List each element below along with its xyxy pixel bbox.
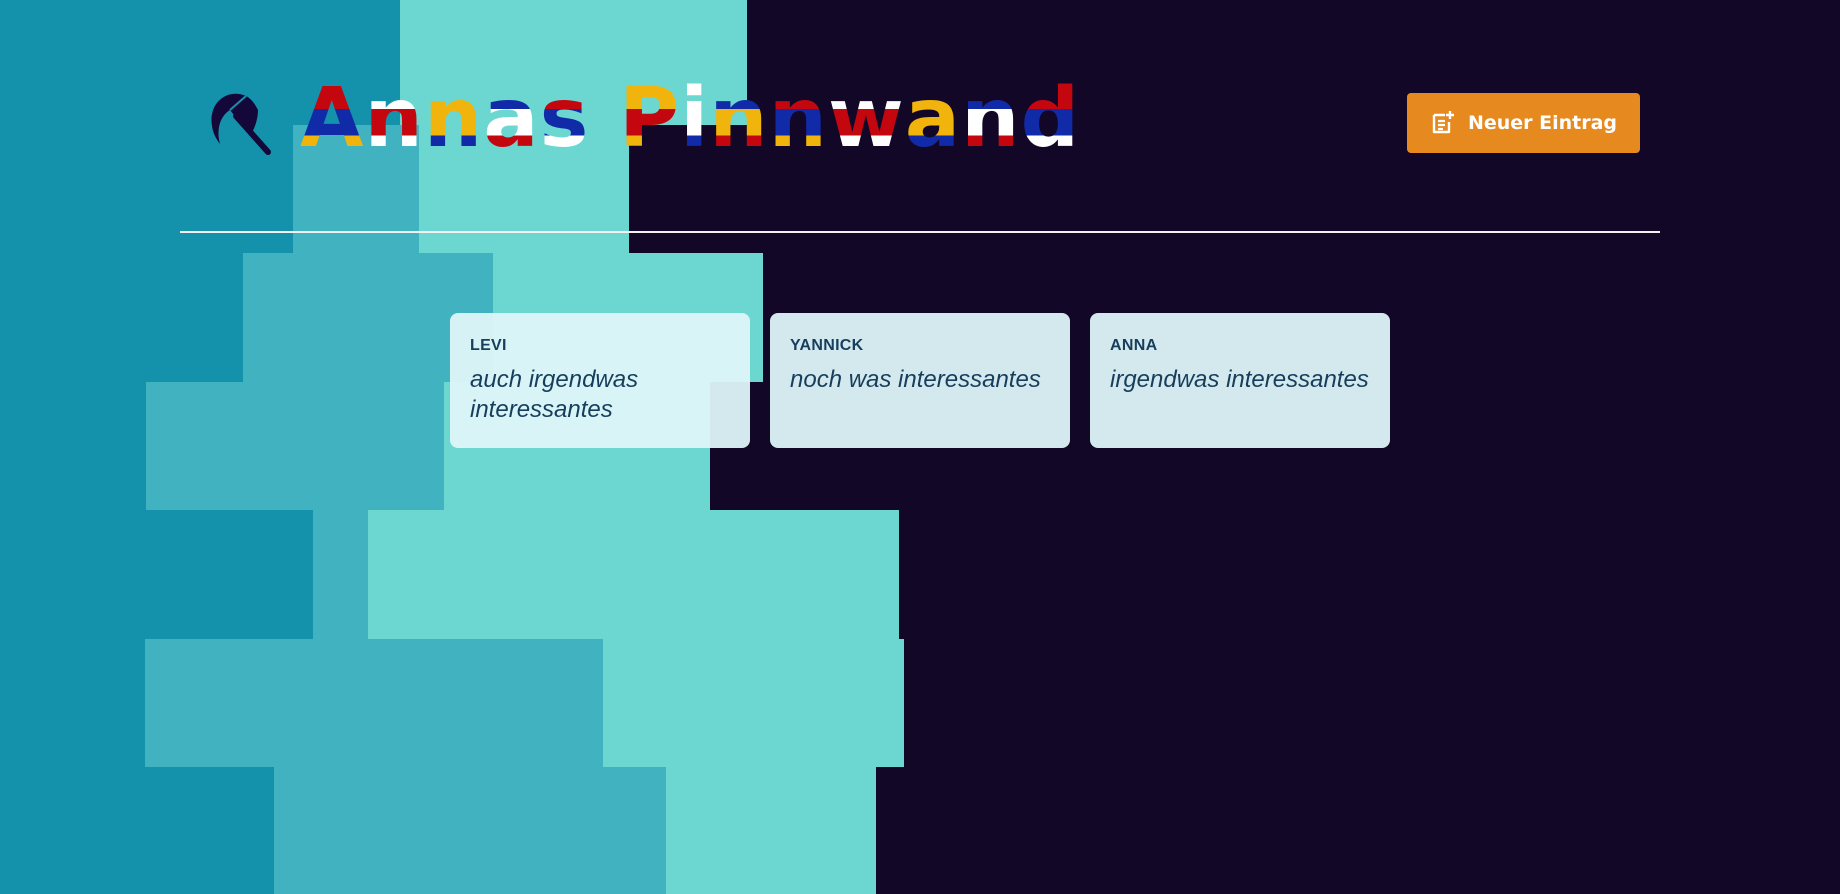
title-letter: n bbox=[364, 71, 424, 166]
post-card[interactable]: ANNA irgendwas interessantes bbox=[1090, 313, 1390, 448]
note-add-icon bbox=[1430, 110, 1456, 136]
new-entry-label: Neuer Eintrag bbox=[1467, 112, 1618, 134]
post-author: ANNA bbox=[1110, 337, 1158, 354]
post-card[interactable]: LEVI auch irgendwas interessantes bbox=[450, 313, 750, 448]
title-letter: A bbox=[300, 71, 365, 166]
title-letter: P bbox=[618, 71, 681, 166]
post-text: irgendwas interessantes bbox=[1110, 366, 1369, 393]
page-title: Annas Pinnwand bbox=[300, 78, 1080, 160]
title-letter: i bbox=[680, 71, 710, 166]
title-letter: n bbox=[961, 71, 1021, 166]
title-letter: w bbox=[827, 71, 905, 166]
title-letter: d bbox=[1020, 71, 1081, 166]
post-board: LEVI auch irgendwas interessantes YANNIC… bbox=[450, 313, 1390, 448]
header-divider bbox=[180, 231, 1660, 233]
post-author: YANNICK bbox=[790, 337, 864, 354]
post-author: LEVI bbox=[470, 337, 507, 354]
title-letter: n bbox=[423, 71, 484, 166]
title-letter: a bbox=[483, 71, 540, 166]
post-text: auch irgendwas interessantes bbox=[470, 366, 639, 423]
title-letter: n bbox=[768, 71, 828, 166]
title-letter: s bbox=[539, 71, 590, 166]
post-text: noch was interessantes bbox=[790, 366, 1041, 393]
umbrella-icon bbox=[206, 90, 272, 156]
post-card[interactable]: YANNICK noch was interessantes bbox=[770, 313, 1070, 448]
page-header: Annas Pinnwand Neuer Eintrag bbox=[0, 0, 1840, 234]
new-entry-button[interactable]: Neuer Eintrag bbox=[1407, 93, 1640, 153]
title-letter: n bbox=[709, 71, 769, 166]
title-letter: a bbox=[904, 71, 962, 166]
